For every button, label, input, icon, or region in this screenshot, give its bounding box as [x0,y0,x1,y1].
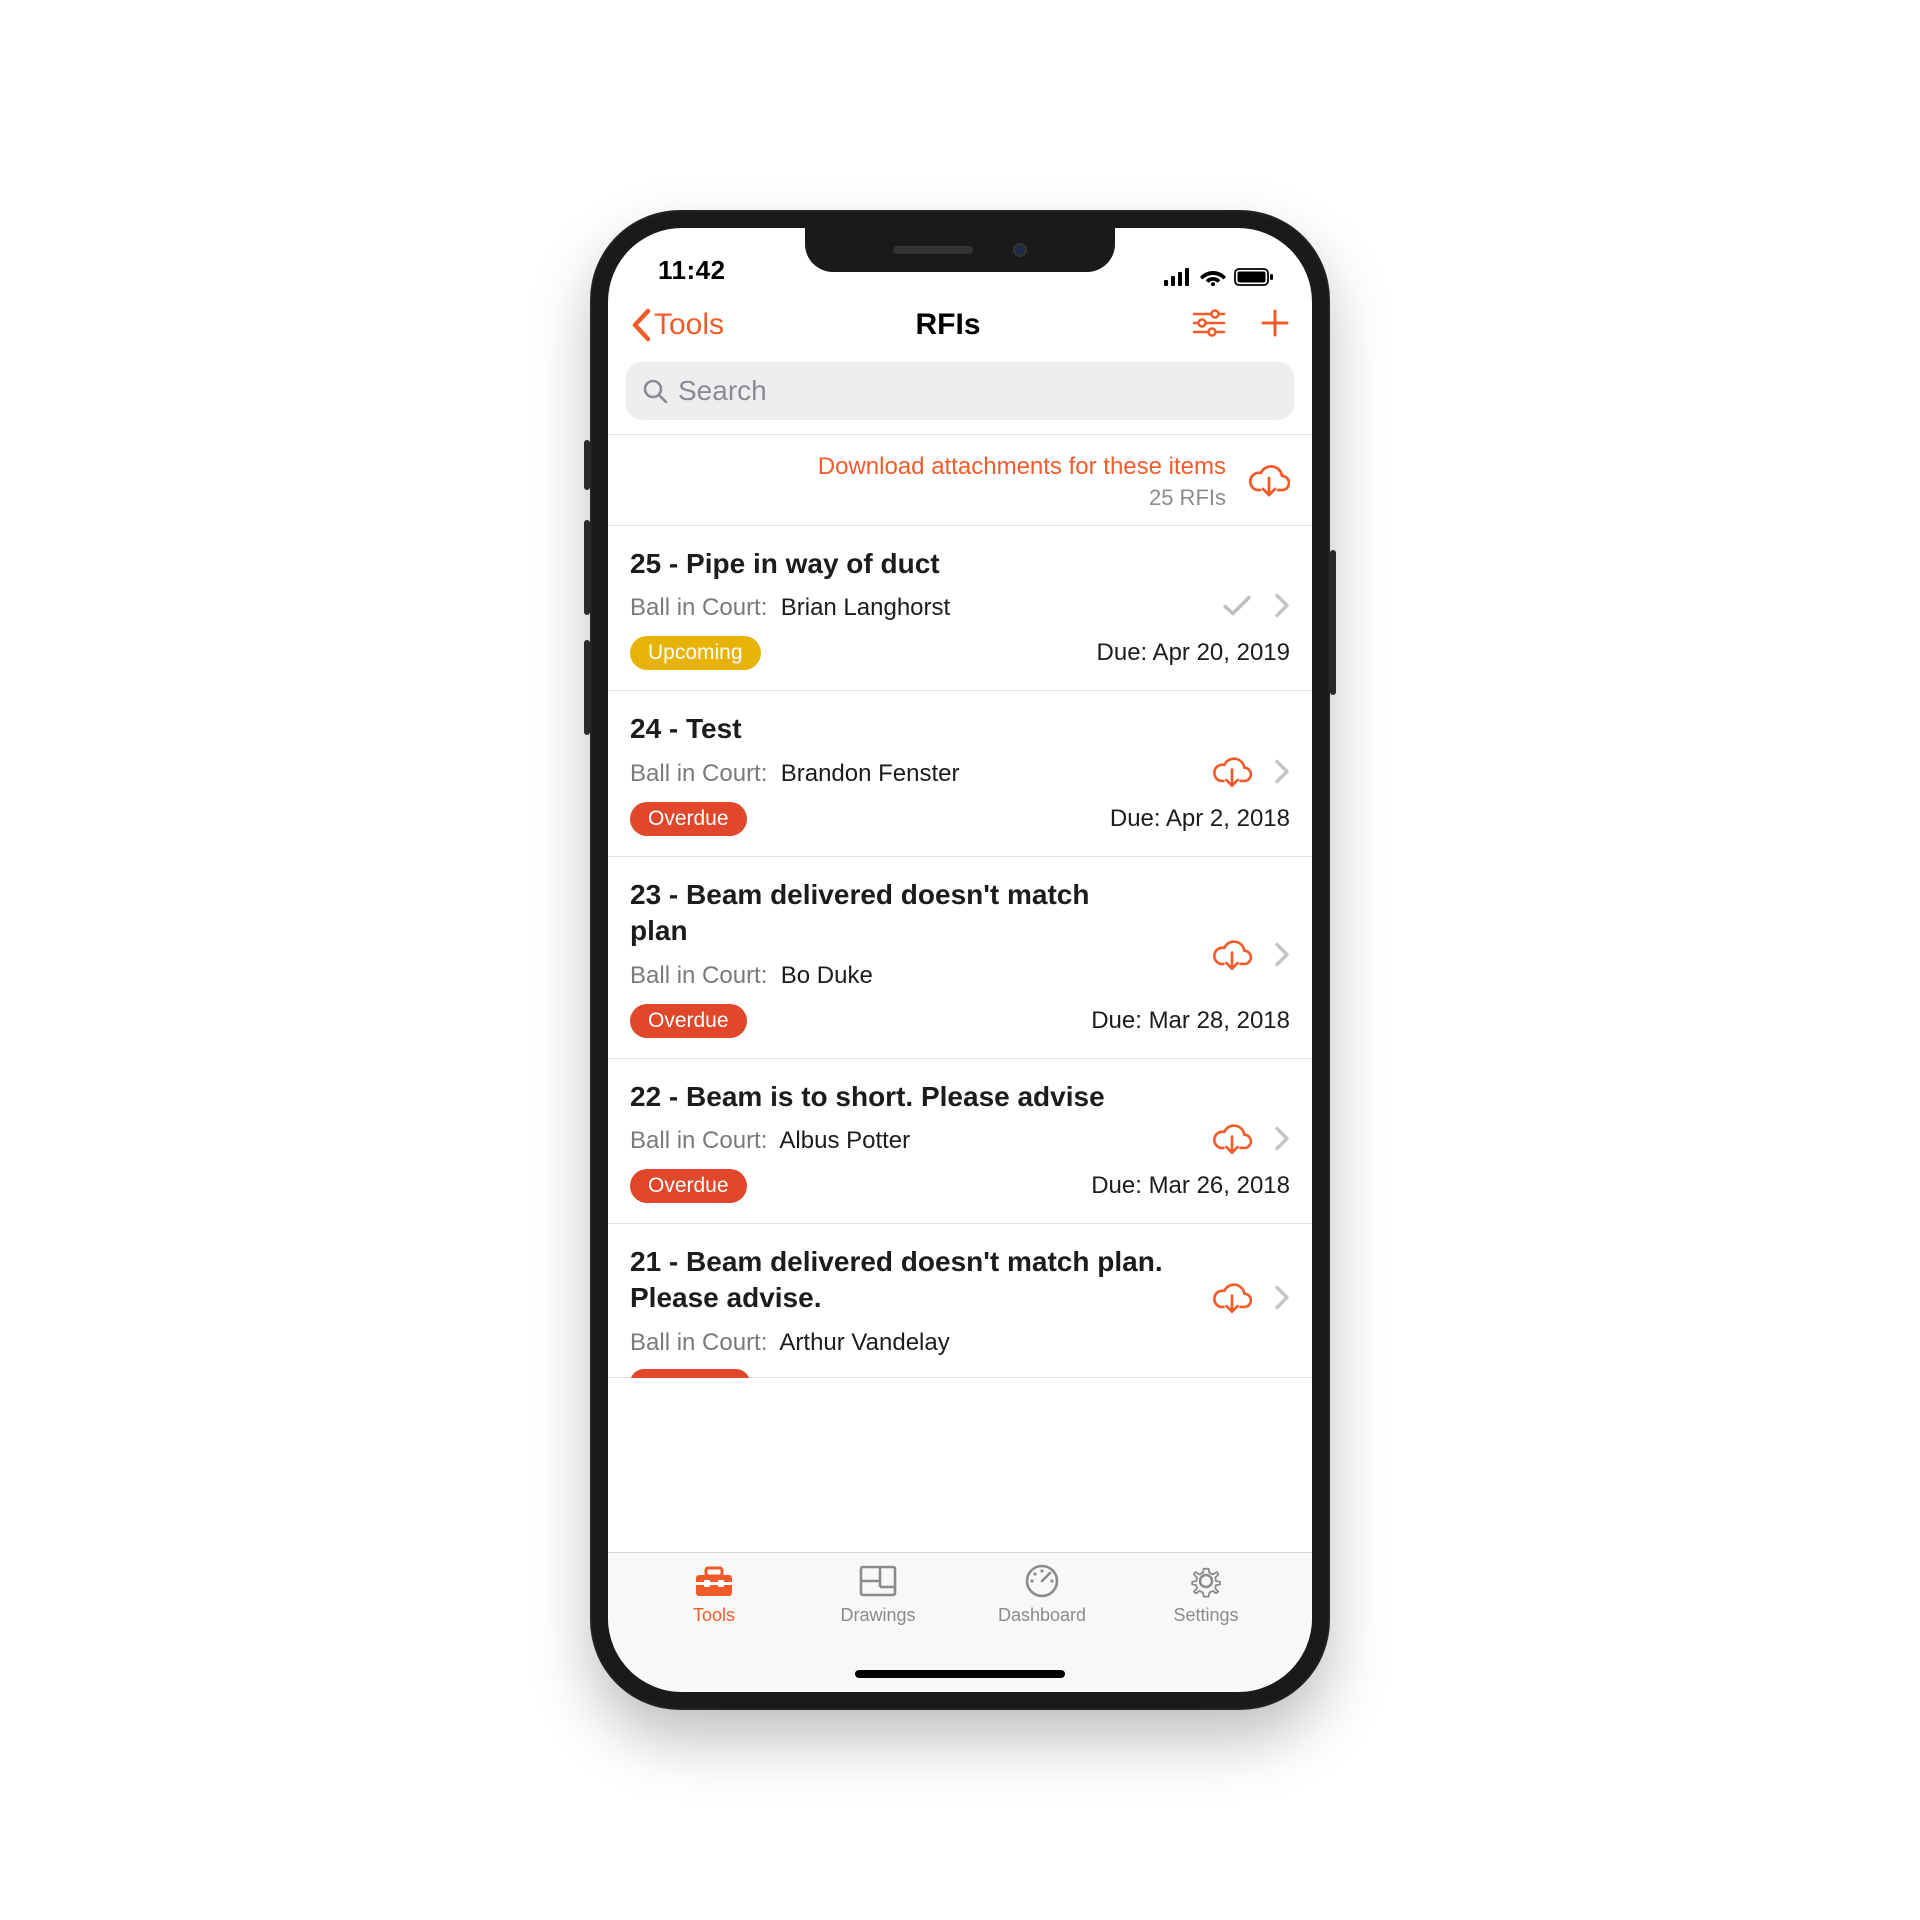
rfi-title: 22 - Beam is to short. Please advise [630,1079,1110,1115]
rfi-item[interactable]: 22 - Beam is to short. Please advise Bal… [608,1059,1312,1224]
tab-tools[interactable]: Tools [649,1563,779,1692]
rfi-title: 24 - Test [630,711,1110,747]
rfi-item[interactable]: 25 - Pipe in way of duct Ball in Court: … [608,526,1312,691]
status-indicators [1164,268,1274,286]
chevron-right-icon [1274,593,1290,624]
notch [805,228,1115,272]
chevron-right-icon [1274,942,1290,973]
status-time: 11:42 [658,255,726,286]
rfi-item[interactable]: 24 - Test Ball in Court: Brandon Fenster… [608,691,1312,856]
wifi-icon [1200,268,1226,286]
chevron-left-icon [630,308,652,342]
due-date: Due: Mar 28, 2018 [1091,1007,1290,1035]
tab-bar: Tools Drawings Dashboard Settings [608,1552,1312,1692]
side-button [1330,550,1336,695]
plus-icon [1260,308,1290,338]
ball-in-court: Ball in Court: Arthur Vandelay [630,1329,1290,1357]
due-date: Due: Apr 2, 2018 [1110,805,1290,833]
sliders-icon [1192,309,1226,337]
tab-label: Drawings [840,1605,915,1626]
cloud-download-icon[interactable] [1212,754,1252,793]
nav-bar: Tools RFIs [608,288,1312,362]
rfi-list: 25 - Pipe in way of duct Ball in Court: … [608,526,1312,1378]
rfi-title: 23 - Beam delivered doesn't match plan [630,877,1110,950]
home-indicator[interactable] [855,1670,1065,1678]
cellular-icon [1164,268,1192,286]
cloud-download-icon[interactable] [1212,938,1252,977]
ball-in-court: Ball in Court: Bo Duke [630,962,1290,990]
ball-in-court: Ball in Court: Brian Langhorst [630,594,1290,622]
blueprint-icon [856,1563,900,1599]
check-icon [1222,594,1252,623]
status-badge: Overdue [630,1169,747,1203]
ball-in-court: Ball in Court: Brandon Fenster [630,760,1290,788]
chevron-right-icon [1274,1125,1290,1156]
tab-settings[interactable]: Settings [1141,1563,1271,1692]
banner-title: Download attachments for these items [630,453,1226,481]
rfi-item[interactable]: 21 - Beam delivered doesn't match plan. … [608,1224,1312,1378]
search-placeholder: Search [678,375,767,407]
due-date: Due: Apr 20, 2019 [1097,639,1290,667]
side-button [584,440,590,490]
phone-mockup: 11:42 Tools RFIs [590,210,1330,1710]
add-button[interactable] [1260,308,1290,343]
page-title: RFIs [704,308,1192,342]
status-badge: Upcoming [630,636,761,670]
search-input[interactable]: Search [626,362,1294,420]
rfi-title: 21 - Beam delivered doesn't match plan. … [630,1244,1230,1317]
chevron-right-icon [1274,1285,1290,1316]
download-banner[interactable]: Download attachments for these items 25 … [608,434,1312,526]
due-date: Due: Mar 26, 2018 [1091,1172,1290,1200]
toolbox-icon [692,1563,736,1599]
rfi-item[interactable]: 23 - Beam delivered doesn't match plan B… [608,857,1312,1059]
chevron-right-icon [1274,758,1290,789]
cloud-download-icon[interactable] [1212,1281,1252,1320]
cloud-download-icon[interactable] [1248,462,1290,503]
banner-subtitle: 25 RFIs [630,485,1226,511]
tab-label: Settings [1173,1605,1238,1626]
side-button [584,520,590,615]
gear-icon [1184,1563,1228,1599]
status-badge [630,1369,750,1378]
gauge-icon [1020,1563,1064,1599]
tab-label: Dashboard [998,1605,1086,1626]
status-badge: Overdue [630,802,747,836]
filter-button[interactable] [1192,309,1226,342]
status-badge: Overdue [630,1004,747,1038]
tab-label: Tools [693,1605,735,1626]
rfi-title: 25 - Pipe in way of duct [630,546,1110,582]
ball-in-court: Ball in Court: Albus Potter [630,1127,1290,1155]
side-button [584,640,590,735]
search-icon [642,378,668,404]
cloud-download-icon[interactable] [1212,1121,1252,1160]
battery-icon [1234,268,1274,286]
